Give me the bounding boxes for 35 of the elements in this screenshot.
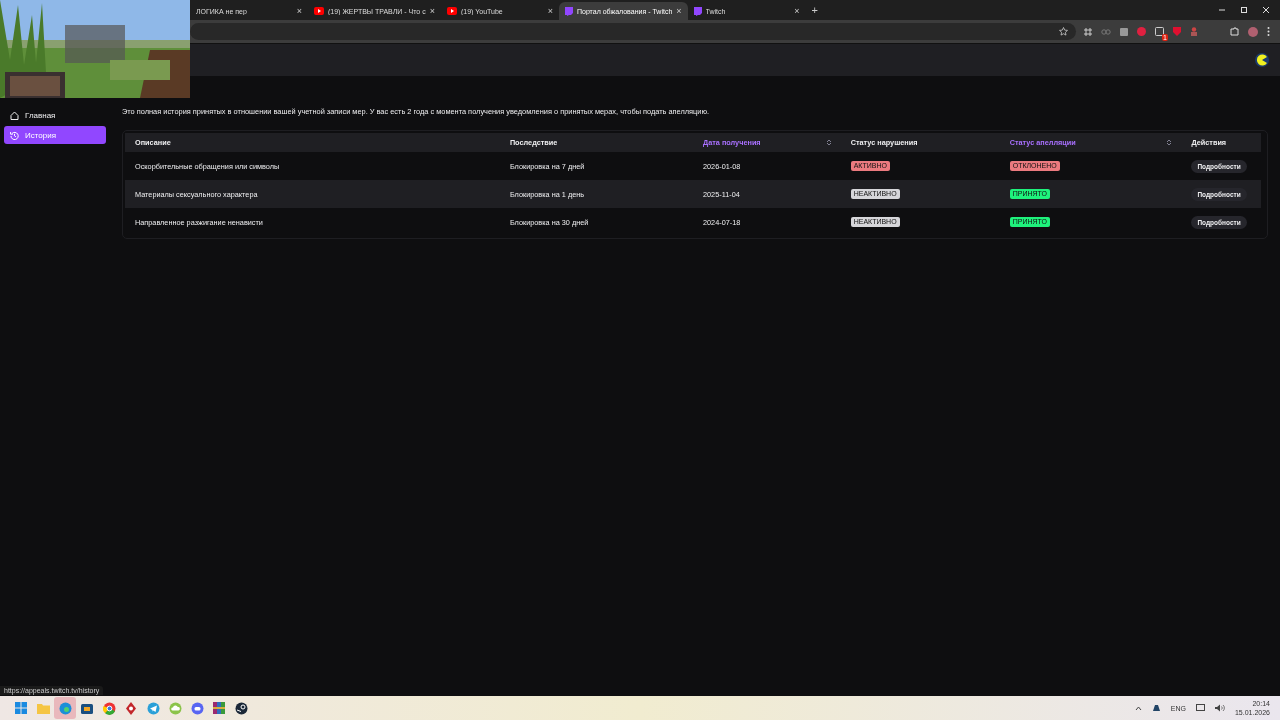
square-icon[interactable] bbox=[1120, 27, 1128, 36]
chevron-up-icon[interactable] bbox=[1134, 705, 1142, 711]
close-icon[interactable] bbox=[1262, 6, 1270, 14]
restore-icon[interactable] bbox=[1240, 6, 1248, 14]
history-icon bbox=[10, 130, 19, 140]
star-icon[interactable] bbox=[1059, 27, 1068, 36]
shopping-bag-icon[interactable] bbox=[81, 702, 93, 714]
sidebar-item[interactable]: История bbox=[4, 126, 106, 144]
close-icon[interactable]: × bbox=[794, 6, 800, 16]
profile-icon[interactable] bbox=[1248, 26, 1258, 37]
sidebar-item[interactable]: Главная bbox=[4, 106, 106, 124]
square-icon[interactable] bbox=[1155, 27, 1164, 36]
circle-icon[interactable] bbox=[1137, 27, 1146, 36]
new-tab-button[interactable]: + bbox=[811, 4, 818, 16]
close-icon[interactable]: × bbox=[296, 6, 302, 16]
home-icon bbox=[10, 110, 19, 120]
speaker-icon[interactable] bbox=[1214, 704, 1225, 712]
monitor-icon[interactable] bbox=[1195, 704, 1205, 712]
books-icon[interactable] bbox=[213, 702, 225, 714]
sort-icon[interactable] bbox=[826, 139, 831, 146]
chat-bubble-icon bbox=[693, 6, 702, 16]
menu-icon[interactable] bbox=[1267, 27, 1270, 36]
sort-icon[interactable] bbox=[1167, 139, 1172, 146]
close-icon[interactable]: × bbox=[429, 6, 435, 16]
minimize-icon[interactable] bbox=[1218, 6, 1226, 14]
diamond-emblem-icon[interactable] bbox=[126, 701, 136, 715]
video-logo-icon bbox=[446, 7, 457, 15]
close-icon[interactable]: × bbox=[547, 6, 553, 16]
grid-icon[interactable] bbox=[1084, 27, 1092, 36]
user-avatar-icon[interactable] bbox=[1255, 53, 1269, 67]
shield-icon[interactable] bbox=[1173, 27, 1181, 36]
close-icon[interactable]: × bbox=[676, 6, 682, 16]
chat-bubble-icon bbox=[564, 6, 573, 16]
figure-icon[interactable] bbox=[1190, 27, 1198, 36]
video-logo-icon bbox=[314, 7, 324, 15]
